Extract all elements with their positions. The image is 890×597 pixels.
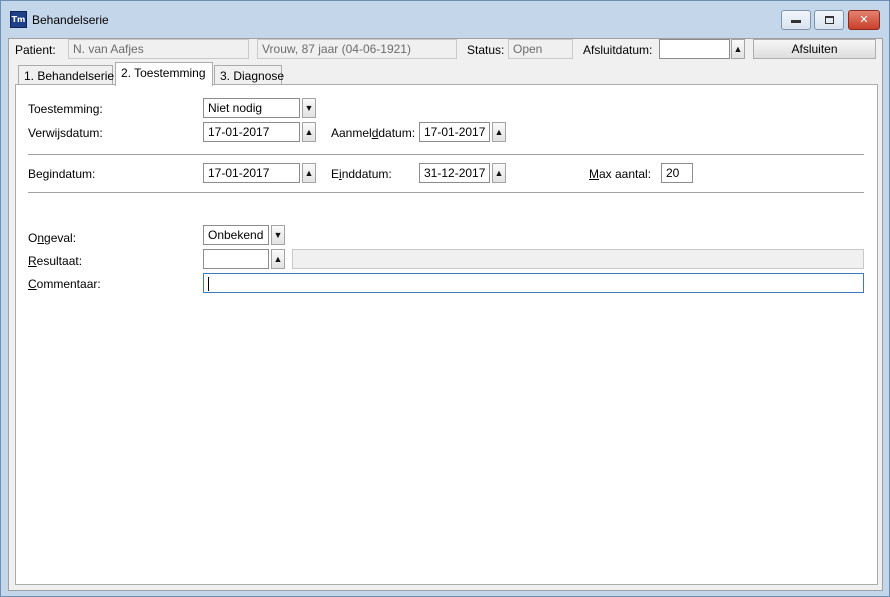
aanmelddatum-picker-button[interactable]: ▲ xyxy=(492,122,506,142)
toestemming-dropdown-button[interactable]: ▼ xyxy=(302,98,316,118)
begindatum-label: Begindatum: xyxy=(28,167,96,181)
status-field: Open xyxy=(508,39,573,59)
up-arrow-icon: ▲ xyxy=(494,127,504,137)
status-label: Status: xyxy=(467,43,505,57)
ongeval-dropdown-button[interactable]: ▼ xyxy=(271,225,285,245)
einddatum-input[interactable]: 31-12-2017 xyxy=(419,163,490,183)
close-icon: ✕ xyxy=(859,14,869,26)
tab-toestemming[interactable]: 2. Toestemming xyxy=(115,62,213,86)
patient-name-field: N. van Aafjes xyxy=(68,39,249,59)
patient-info-field: Vrouw, 87 jaar (04-06-1921) xyxy=(257,39,457,59)
afsluiten-button[interactable]: Afsluiten xyxy=(753,39,876,59)
verwijsdatum-input[interactable]: 17-01-2017 xyxy=(203,122,300,142)
commentaar-label: Commentaar: xyxy=(28,277,101,291)
title-bar[interactable]: Tm Behandelserie ✕ xyxy=(1,1,889,38)
toestemming-select[interactable]: Niet nodig xyxy=(203,98,300,118)
tab-behandelserie[interactable]: 1. Behandelserie xyxy=(18,65,114,86)
resultaat-picker-button[interactable]: ▲ xyxy=(271,249,285,269)
ongeval-label: Ongeval: xyxy=(28,231,77,245)
up-arrow-icon: ▲ xyxy=(733,44,743,54)
minimize-button[interactable] xyxy=(781,10,811,30)
toestemming-panel: Toestemming: Niet nodig ▼ Verwijsdatum: … xyxy=(15,84,878,585)
up-arrow-icon: ▲ xyxy=(304,168,314,178)
toestemming-label: Toestemming: xyxy=(28,102,103,116)
up-arrow-icon: ▲ xyxy=(304,127,314,137)
einddatum-picker-button[interactable]: ▲ xyxy=(492,163,506,183)
max-aantal-label: Max aantal: xyxy=(589,167,652,181)
text-cursor xyxy=(208,276,209,291)
window-client-area: Patient: N. van Aafjes Vrouw, 87 jaar (0… xyxy=(8,38,883,591)
resultaat-label: Resultaat: xyxy=(28,254,83,268)
einddatum-label: Einddatum: xyxy=(331,167,392,181)
down-arrow-icon: ▼ xyxy=(304,103,314,113)
afsluitdatum-input[interactable] xyxy=(659,39,730,59)
afsluitdatum-picker-button[interactable]: ▲ xyxy=(731,39,745,59)
application-window: Tm Behandelserie ✕ Patient: N. van Aafje… xyxy=(0,0,890,597)
window-title: Behandelserie xyxy=(32,13,109,27)
aanmelddatum-label: Aanmelddatum: xyxy=(331,126,416,140)
app-icon[interactable]: Tm xyxy=(10,11,27,28)
minimize-icon xyxy=(791,20,801,23)
close-button[interactable]: ✕ xyxy=(848,10,880,30)
afsluitdatum-label: Afsluitdatum: xyxy=(583,43,653,57)
up-arrow-icon: ▲ xyxy=(273,254,283,264)
verwijsdatum-label: Verwijsdatum: xyxy=(28,126,103,140)
verwijsdatum-picker-button[interactable]: ▲ xyxy=(302,122,316,142)
ongeval-select[interactable]: Onbekend xyxy=(203,225,269,245)
up-arrow-icon: ▲ xyxy=(494,168,504,178)
resultaat-input[interactable] xyxy=(203,249,269,269)
maximize-button[interactable] xyxy=(814,10,844,30)
tab-diagnose[interactable]: 3. Diagnose xyxy=(214,65,284,86)
max-aantal-input[interactable]: 20 xyxy=(661,163,693,183)
patient-label: Patient: xyxy=(15,43,56,57)
aanmelddatum-input[interactable]: 17-01-2017 xyxy=(419,122,490,142)
down-arrow-icon: ▼ xyxy=(273,230,283,240)
commentaar-input[interactable] xyxy=(203,273,864,293)
separator xyxy=(28,192,864,193)
separator xyxy=(28,154,864,155)
begindatum-input[interactable]: 17-01-2017 xyxy=(203,163,300,183)
maximize-icon xyxy=(824,16,834,24)
resultaat-description-field xyxy=(292,249,864,269)
begindatum-picker-button[interactable]: ▲ xyxy=(302,163,316,183)
